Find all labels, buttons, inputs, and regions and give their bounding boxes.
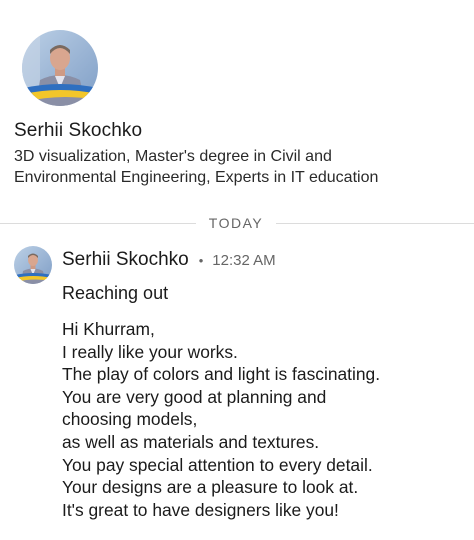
message-timestamp: 12:32 AM — [212, 251, 276, 269]
profile-photo-image — [22, 30, 98, 106]
profile-avatar[interactable] — [22, 30, 98, 106]
message-line: I really like your works. — [62, 341, 238, 362]
message-line: Hi Khurram, — [62, 319, 155, 339]
message-line: choosing models, — [62, 409, 198, 430]
date-divider-label: TODAY — [208, 215, 264, 231]
message-line: You pay special attention to every detai… — [62, 454, 373, 475]
divider-line-right — [276, 223, 474, 224]
sender-photo-image — [14, 246, 52, 284]
profile-headline: 3D visualization, Master's degree in Civ… — [14, 148, 379, 186]
message-line: You are very good at planning and — [62, 386, 327, 407]
profile-name[interactable]: Serhii Skochko — [14, 120, 142, 142]
message-line: Your designs are a pleasure to look at. — [62, 477, 359, 498]
sender-avatar[interactable] — [14, 246, 52, 284]
message-body: Hi Khurram, I really like your works. Th… — [62, 318, 462, 521]
message-header: Serhii Skochko • 12:32 AM — [62, 249, 276, 271]
message-line: It's great to have designers like you! — [62, 499, 339, 520]
divider-line-left — [0, 223, 196, 224]
message-subject: Reaching out — [62, 283, 169, 303]
message-line: as well as materials and textures. — [62, 431, 320, 452]
separator-dot: • — [198, 252, 204, 268]
message-line: The play of colors and light is fascinat… — [62, 364, 381, 385]
sender-name[interactable]: Serhii Skochko — [62, 249, 189, 271]
